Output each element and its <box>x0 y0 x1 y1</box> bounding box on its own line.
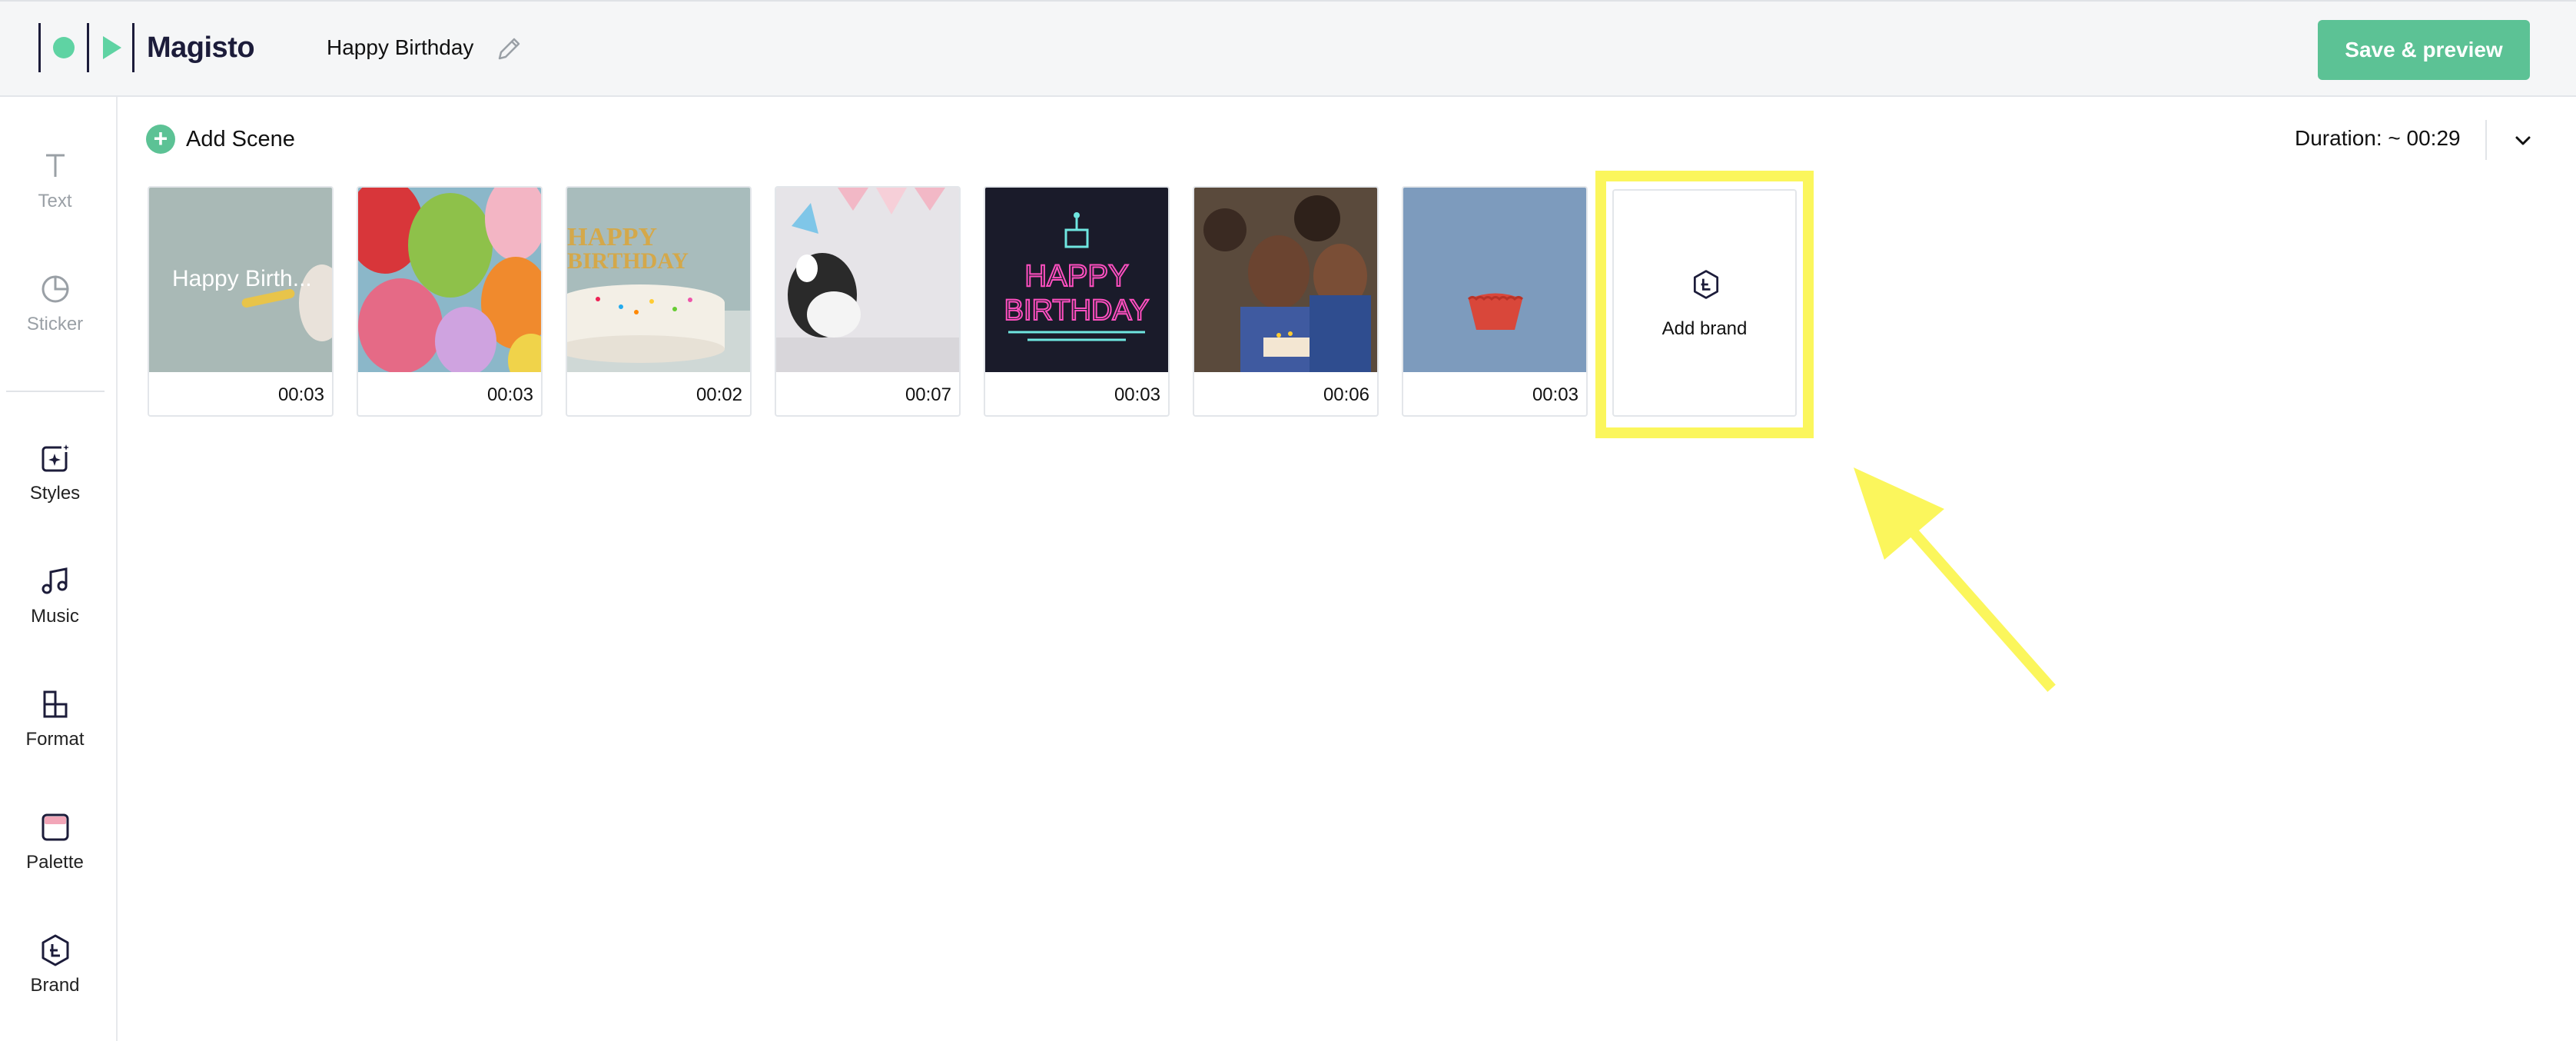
left-sidebar: Text Sticker Styles Music Format Palette… <box>0 97 118 1041</box>
scene-overlay-text: Happy Birth... <box>172 266 312 291</box>
scene-thumbnail: HAPPY BIRTHDAY <box>567 188 750 372</box>
sidebar-item-label: Brand <box>30 975 80 996</box>
add-scene-label: Add Scene <box>186 126 295 151</box>
scene-card[interactable]: Happy Birth... 00:03 <box>148 186 334 417</box>
sticker-icon <box>41 275 69 303</box>
chevron-down-icon[interactable] <box>2510 128 2536 154</box>
styles-icon <box>41 443 71 472</box>
sidebar-item-label: Styles <box>29 483 81 504</box>
scene-duration: 00:07 <box>905 384 951 405</box>
project-title: Happy Birthday <box>327 35 474 59</box>
scene-card[interactable]: HAPPY BIRTHDAY 00:02 <box>566 186 752 417</box>
sidebar-item-label: Palette <box>26 852 84 873</box>
logo-play-icon <box>103 36 121 59</box>
scene-thumbnail: Happy Birth... <box>149 188 332 372</box>
divider <box>2485 120 2487 160</box>
sidebar-divider <box>6 391 105 392</box>
sidebar-item-text[interactable]: Text <box>0 148 110 212</box>
logo-text: Magisto <box>147 31 255 64</box>
scene-thumbnail: HAPPY BIRTHDAY <box>985 188 1168 372</box>
svg-text:BIRTHDAY: BIRTHDAY <box>1004 294 1150 327</box>
music-icon <box>41 567 67 594</box>
scene-duration: 00:03 <box>1114 384 1160 405</box>
sidebar-item-label: Text <box>38 191 72 211</box>
logo-bar <box>132 23 134 72</box>
logo-dot <box>53 37 75 58</box>
scene-duration: 00:03 <box>1532 384 1578 405</box>
scene-card[interactable]: 00:06 <box>1193 186 1379 417</box>
scene-card[interactable]: 00:03 <box>357 186 543 417</box>
plus-icon: + <box>146 125 175 154</box>
logo-bar <box>38 23 41 72</box>
scene-thumbnail <box>776 188 959 372</box>
sidebar-item-music[interactable]: Music <box>0 563 110 627</box>
scene-thumbnail <box>1403 188 1586 372</box>
scene-duration: 00:03 <box>486 384 533 405</box>
format-icon <box>43 690 67 718</box>
sidebar-item-styles[interactable]: Styles <box>0 440 110 504</box>
palette-icon <box>41 813 68 841</box>
highlight-box <box>1595 171 1814 438</box>
top-bar: Magisto Happy Birthday Save & preview <box>0 0 2576 97</box>
svg-text:HAPPY: HAPPY <box>567 223 657 251</box>
save-preview-button[interactable]: Save & preview <box>2318 20 2530 80</box>
scene-card[interactable]: 00:07 <box>775 186 961 417</box>
magisto-logo[interactable]: Magisto <box>38 23 255 72</box>
sidebar-item-label: Sticker <box>26 314 84 334</box>
pencil-icon[interactable] <box>493 34 524 65</box>
add-scene-button[interactable]: + Add Scene <box>146 125 295 154</box>
scene-thumbnail <box>358 188 541 372</box>
logo-bar <box>87 23 89 72</box>
duration-readout: Duration: ~ 00:29 <box>2295 126 2461 150</box>
sidebar-item-sticker[interactable]: Sticker <box>0 271 110 335</box>
sidebar-item-brand[interactable]: Brand <box>0 932 110 996</box>
brand-icon <box>41 934 68 966</box>
scene-duration: 00:03 <box>277 384 324 405</box>
scene-card[interactable]: 00:03 <box>1402 186 1588 417</box>
svg-text:BIRTHDAY: BIRTHDAY <box>567 248 689 274</box>
scene-duration: 00:06 <box>1323 384 1369 405</box>
scene-duration: 00:02 <box>695 384 742 405</box>
sidebar-item-label: Format <box>25 729 85 750</box>
text-icon <box>45 154 65 177</box>
scene-thumbnail <box>1194 188 1377 372</box>
svg-text:HAPPY: HAPPY <box>1024 259 1129 293</box>
scene-card[interactable]: HAPPY BIRTHDAY 00:03 <box>984 186 1170 417</box>
sidebar-item-palette[interactable]: Palette <box>0 809 110 873</box>
sidebar-item-label: Music <box>31 606 79 627</box>
sidebar-item-format[interactable]: Format <box>0 686 110 750</box>
annotation-arrow-icon <box>1854 467 2056 692</box>
